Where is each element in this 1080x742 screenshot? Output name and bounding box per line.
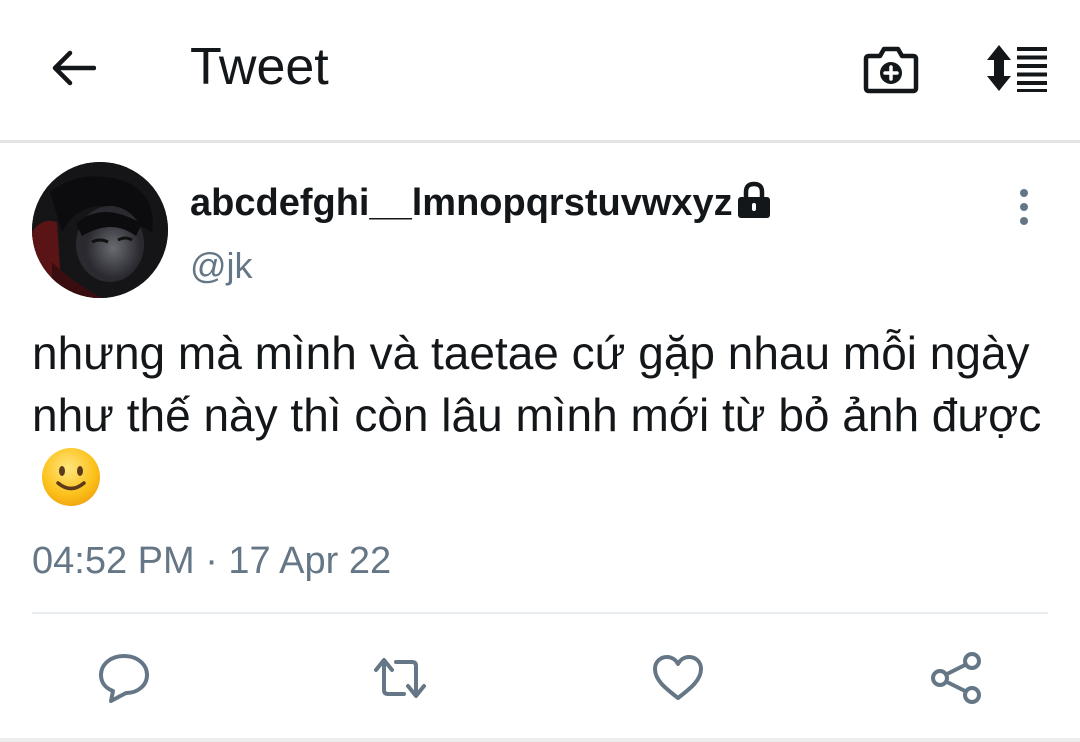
retweet-button[interactable] bbox=[368, 646, 432, 710]
top-app-bar: Tweet bbox=[0, 0, 1080, 140]
header-divider bbox=[0, 140, 1080, 143]
bottom-divider bbox=[0, 738, 1080, 742]
sort-button[interactable] bbox=[980, 38, 1054, 98]
profile-photo bbox=[32, 162, 168, 298]
heart-icon bbox=[653, 655, 703, 700]
tweet-timestamp: 04:52 PM · 17 Apr 22 bbox=[32, 540, 392, 582]
more-vertical-icon bbox=[1020, 189, 1028, 225]
arrow-left-icon bbox=[52, 50, 96, 86]
back-button[interactable] bbox=[40, 38, 106, 98]
camera-plus-icon bbox=[863, 46, 919, 94]
user-handle[interactable]: @jk bbox=[190, 244, 253, 288]
sort-icon bbox=[987, 45, 1047, 92]
lock-icon bbox=[738, 181, 770, 218]
like-button[interactable] bbox=[646, 646, 710, 710]
display-name[interactable]: abcdefghi__lmnopqrstuvwxyz bbox=[190, 180, 733, 226]
tweet-text: nhưng mà mình và taetae cứ gặp nhau mỗi … bbox=[32, 327, 1042, 441]
page-title: Tweet bbox=[190, 38, 329, 96]
actions-divider bbox=[32, 612, 1048, 614]
reply-button[interactable] bbox=[92, 646, 156, 710]
share-button[interactable] bbox=[924, 646, 988, 710]
camera-button[interactable] bbox=[858, 38, 924, 98]
retweet-icon bbox=[374, 658, 426, 698]
tweet-body: nhưng mà mình và taetae cứ gặp nhau mỗi … bbox=[32, 322, 1052, 512]
smiling-face-emoji bbox=[42, 447, 100, 506]
reply-icon bbox=[99, 654, 149, 703]
avatar[interactable] bbox=[32, 162, 168, 298]
more-options-button[interactable] bbox=[1000, 182, 1048, 232]
share-icon bbox=[931, 652, 981, 704]
